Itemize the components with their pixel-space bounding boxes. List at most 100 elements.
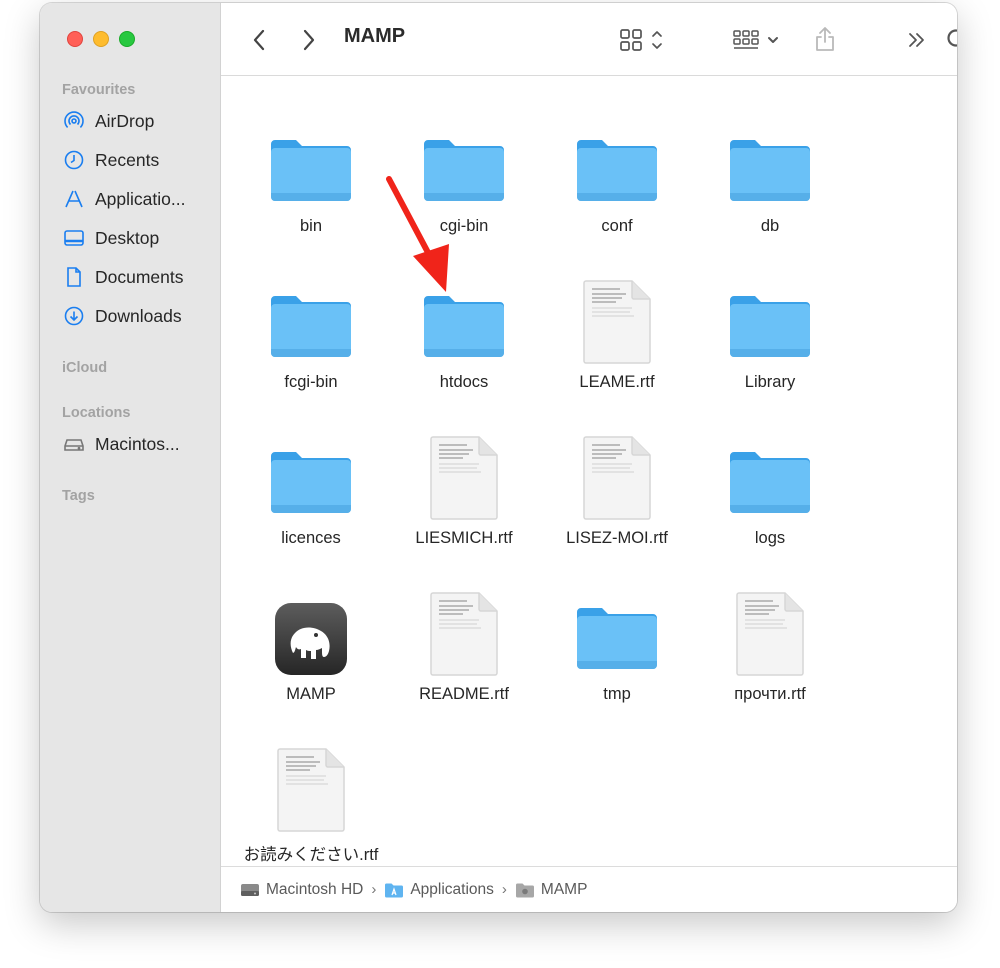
desktop-icon	[64, 230, 84, 246]
sidebar-section-tags[interactable]: Tags	[62, 488, 95, 504]
file-name: LIESMICH.rtf	[415, 529, 513, 547]
sidebar-section-favourites: Favourites	[62, 82, 136, 98]
annotation-arrow	[386, 176, 449, 292]
forward-button[interactable]	[293, 25, 323, 55]
chevron-left-icon	[253, 29, 265, 51]
document-item[interactable]: LIESMICH.rtf	[389, 411, 539, 561]
sidebar-item-airdrop[interactable]: AirDrop	[62, 108, 212, 134]
more-tools-button[interactable]	[902, 25, 930, 55]
folder-icon	[236, 255, 386, 365]
window-title: MAMP	[344, 25, 406, 47]
folder-item[interactable]: fcgi-bin	[236, 255, 386, 405]
document-item[interactable]: README.rtf	[389, 567, 539, 717]
rtf-document-icon	[236, 723, 386, 833]
path-crumb-applications[interactable]: Applications	[384, 881, 494, 899]
sidebar-item-macintosh-hd[interactable]: Macintos...	[62, 431, 212, 457]
folder-icon	[236, 99, 386, 209]
toolbar: MAMP	[221, 3, 957, 76]
file-name: licences	[281, 529, 341, 547]
path-crumb-macintosh-hd[interactable]: Macintosh HD	[240, 881, 363, 899]
search-icon	[947, 29, 957, 47]
minimize-button[interactable]	[93, 31, 109, 47]
chevron-right-icon	[303, 29, 315, 51]
double-chevron-icon	[909, 33, 924, 47]
folder-item[interactable]: bin	[236, 99, 386, 249]
folder-item[interactable]: conf	[542, 99, 692, 249]
sidebar-item-documents[interactable]: Documents	[62, 264, 212, 290]
path-separator: ›	[501, 881, 507, 898]
app-item[interactable]: MAMP	[236, 567, 386, 717]
folder-icon	[695, 255, 845, 365]
file-name: fcgi-bin	[284, 373, 338, 391]
search-button[interactable]	[943, 25, 957, 55]
document-icon	[67, 267, 81, 287]
path-separator: ›	[371, 881, 377, 898]
document-item[interactable]: прочти.rtf	[695, 567, 845, 717]
sidebar-item-applications[interactable]: Applicatio...	[62, 186, 212, 212]
document-item[interactable]: お読みください.rtf	[236, 723, 386, 873]
folder-gray-icon	[515, 883, 534, 897]
path-crumb-mamp[interactable]: MAMP	[515, 880, 588, 899]
file-name: お読みください.rtf	[243, 846, 379, 864]
close-button[interactable]	[67, 31, 83, 47]
path-bar: Macintosh HD › Applications › MAMP	[221, 866, 957, 912]
group-by-button[interactable]	[731, 25, 787, 55]
sidebar-item-label: Applicatio...	[95, 188, 186, 209]
airdrop-icon	[64, 111, 84, 128]
sidebar-item-downloads[interactable]: Downloads	[62, 303, 212, 329]
folder-item[interactable]: logs	[695, 411, 845, 561]
rtf-document-icon	[542, 255, 692, 365]
folder-item[interactable]: Library	[695, 255, 845, 405]
back-button[interactable]	[245, 25, 275, 55]
sidebar-item-label: Downloads	[95, 305, 182, 326]
share-button[interactable]	[810, 23, 840, 55]
file-grid: bin cgi-bin conf db fcgi-bin htdocs LEAM…	[221, 77, 957, 867]
file-name: htdocs	[439, 373, 489, 391]
file-name: conf	[601, 217, 633, 235]
file-name: Library	[744, 373, 796, 391]
window-controls	[67, 31, 135, 47]
file-name: bin	[299, 217, 323, 235]
file-name: logs	[754, 529, 786, 547]
file-name: LISEZ-MOI.rtf	[566, 529, 668, 547]
path-crumb-label: MAMP	[540, 880, 588, 898]
file-name: tmp	[603, 685, 631, 703]
mamp-app-icon	[236, 567, 386, 677]
file-name: LEAME.rtf	[579, 373, 655, 391]
group-by-icon	[733, 30, 778, 49]
sidebar-item-label: Documents	[95, 266, 184, 287]
path-crumb-label: Macintosh HD	[266, 880, 364, 898]
drive-icon	[64, 439, 84, 451]
finder-window: Favourites AirDrop Recents Applicatio...	[40, 3, 957, 912]
sidebar-item-label: Macintos...	[95, 433, 180, 454]
download-icon	[64, 306, 84, 326]
folder-icon	[695, 99, 845, 209]
file-name: прочти.rtf	[734, 685, 806, 703]
sidebar-item-desktop[interactable]: Desktop	[62, 225, 212, 251]
file-name: MAMP	[286, 685, 336, 703]
folder-item[interactable]: tmp	[542, 567, 692, 717]
folder-icon	[695, 411, 845, 521]
file-name: README.rtf	[419, 685, 509, 703]
applications-folder-icon	[385, 883, 404, 897]
document-item[interactable]: LEAME.rtf	[542, 255, 692, 405]
view-mode-button[interactable]	[616, 25, 670, 55]
rtf-document-icon	[389, 567, 539, 677]
drive-icon	[241, 883, 259, 896]
folder-icon	[542, 567, 692, 677]
sidebar-section-icloud[interactable]: iCloud	[62, 360, 107, 376]
zoom-button[interactable]	[119, 31, 135, 47]
sidebar-item-recents[interactable]: Recents	[62, 147, 212, 173]
folder-item[interactable]: db	[695, 99, 845, 249]
grid-view-icon	[620, 29, 662, 51]
folder-icon	[236, 411, 386, 521]
sidebar-section-locations[interactable]: Locations	[62, 405, 130, 421]
rtf-document-icon	[542, 411, 692, 521]
file-name: db	[760, 217, 780, 235]
sidebar-item-label: Recents	[95, 149, 160, 170]
document-item[interactable]: LISEZ-MOI.rtf	[542, 411, 692, 561]
rtf-document-icon	[389, 411, 539, 521]
folder-item[interactable]: licences	[236, 411, 386, 561]
sidebar-item-label: AirDrop	[95, 110, 155, 131]
path-crumb-label: Applications	[410, 880, 494, 898]
